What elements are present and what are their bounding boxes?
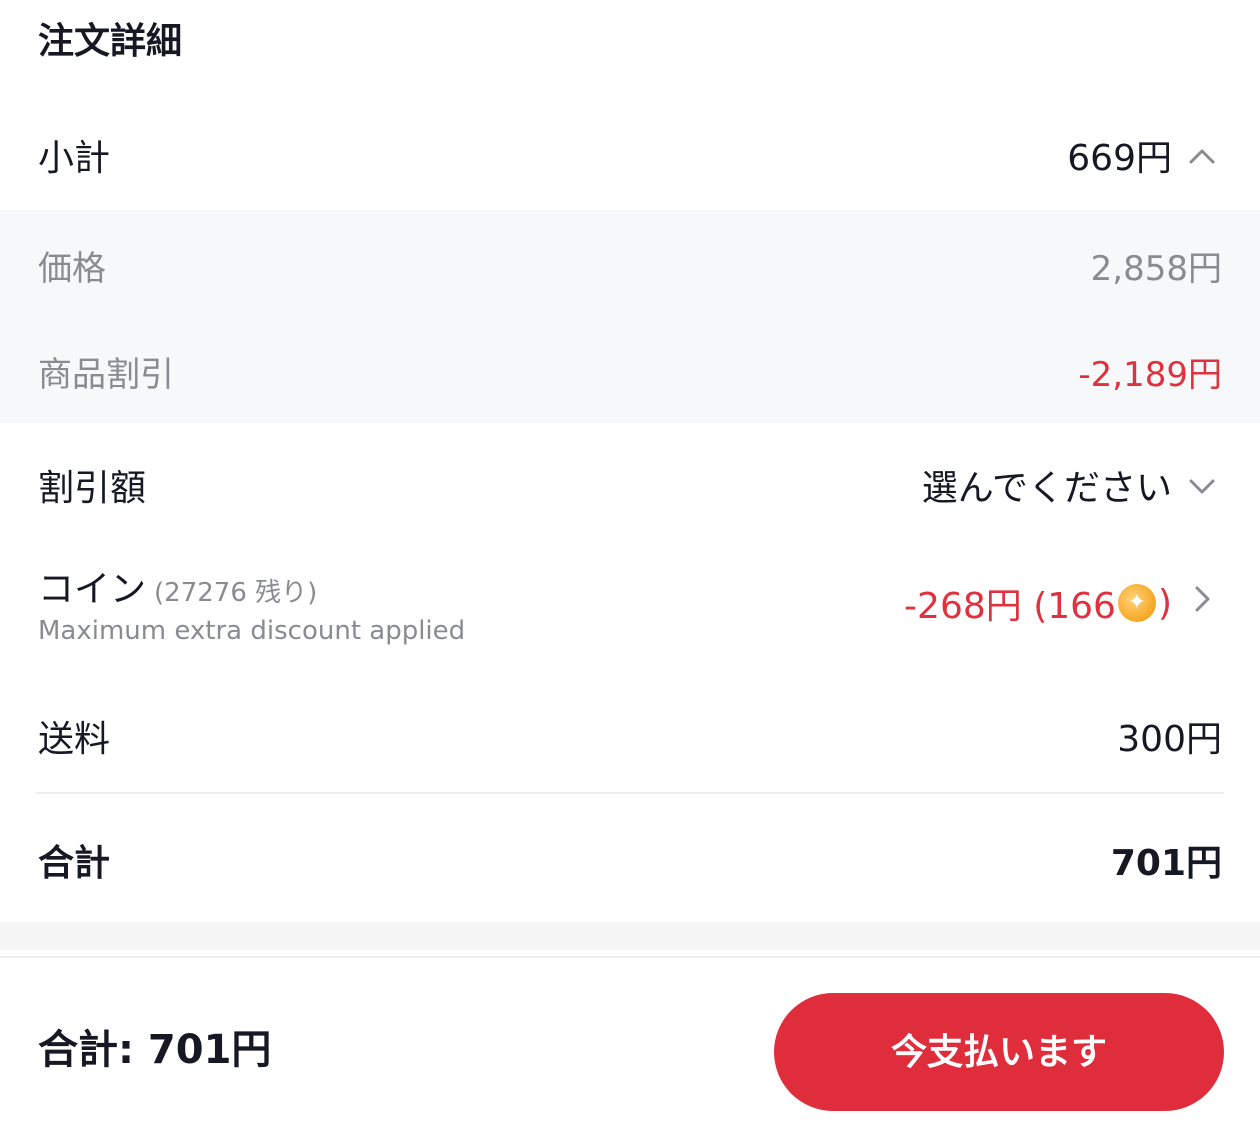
- discount-placeholder: 選んでください: [921, 468, 1172, 509]
- discount-row[interactable]: 割引額 選んでください: [0, 430, 1260, 540]
- price-label: 価格: [38, 248, 106, 289]
- shipping-label: 送料: [38, 719, 111, 760]
- subtotal-label: 小計: [38, 138, 111, 179]
- price-row: 価格 2,858円: [0, 212, 1260, 318]
- shipping-value: 300円: [1117, 719, 1222, 760]
- coin-row[interactable]: コイン (27276 残り) Maximum extra discount ap…: [0, 548, 1260, 658]
- discount-selector[interactable]: 選んでください: [922, 459, 1222, 511]
- total-value: 701円: [1110, 843, 1222, 884]
- coin-icon: [1117, 584, 1156, 622]
- product-discount-row: 商品割引 -2,189円: [0, 318, 1260, 424]
- coin-label: コイン: [38, 569, 147, 610]
- footer-total: 合計: 701円: [38, 1027, 272, 1073]
- footer-divider: [0, 956, 1260, 958]
- coin-remaining: (27276 残り): [154, 578, 318, 608]
- coin-info: コイン (27276 残り) Maximum extra discount ap…: [38, 560, 465, 646]
- discount-label: 割引額: [38, 468, 147, 509]
- price-value: 2,858円: [1090, 248, 1222, 289]
- product-discount-label: 商品割引: [38, 354, 174, 395]
- pay-now-button[interactable]: 今支払います: [774, 993, 1224, 1111]
- product-discount-value: -2,189円: [1078, 354, 1222, 395]
- chevron-up-icon[interactable]: [1182, 138, 1222, 173]
- section-separator: [0, 922, 1260, 950]
- divider: [36, 792, 1224, 794]
- coin-subtext: Maximum extra discount applied: [38, 616, 466, 646]
- coin-title-line: コイン (27276 残り): [38, 560, 465, 612]
- coin-value: -268円 (166: [904, 586, 1116, 627]
- total-label: 合計: [38, 843, 111, 884]
- coin-value-group: -268円 (166 ): [904, 577, 1222, 629]
- subtotal-value-group: 669円: [1067, 129, 1222, 181]
- coin-value-suffix: ): [1157, 582, 1172, 624]
- section-title: 注文詳細: [38, 21, 183, 62]
- chevron-right-icon[interactable]: [1182, 585, 1222, 621]
- subtotal-value: 669円: [1067, 138, 1172, 179]
- shipping-row: 送料 300円: [0, 680, 1260, 792]
- chevron-down-icon: [1182, 468, 1222, 503]
- subtotal-row[interactable]: 小計 669円: [0, 100, 1260, 210]
- total-row: 合計 701円: [0, 800, 1260, 920]
